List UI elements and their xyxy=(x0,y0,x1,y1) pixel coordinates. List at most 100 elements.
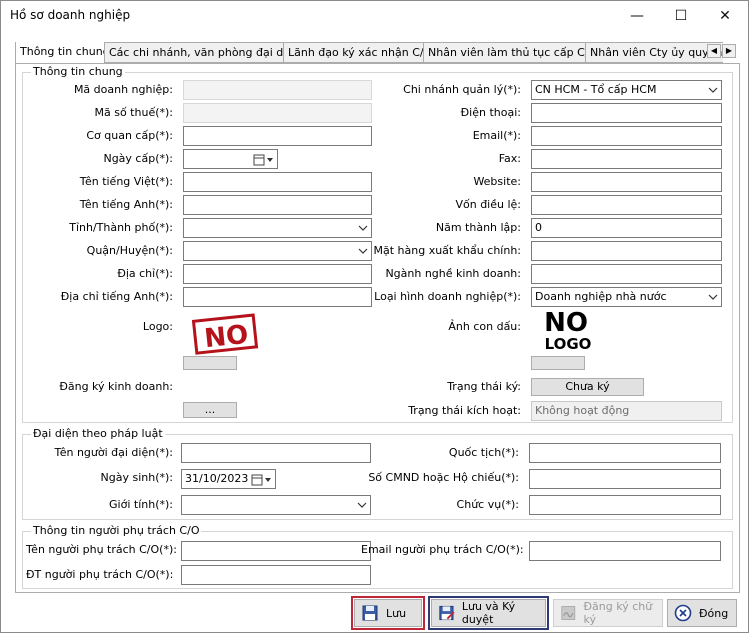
co-contact-email-label: Email người phụ trách C/O(*): xyxy=(361,543,524,556)
calendar-icon[interactable] xyxy=(252,153,276,167)
founding-year-field[interactable]: 0 xyxy=(531,218,722,238)
issue-date-picker[interactable] xyxy=(183,149,278,169)
nationality-label: Quốc tịch(*): xyxy=(448,446,519,459)
save-button-label: Lưu xyxy=(386,606,407,620)
co-contact-group-label: Thông tin người phụ trách C/O xyxy=(31,524,202,537)
tab-scroll-left-icon[interactable]: ◀ xyxy=(707,44,721,58)
english-name-label: Tên tiếng Anh(*): xyxy=(79,198,173,211)
address-field[interactable] xyxy=(183,264,372,284)
website-label: Website: xyxy=(473,175,521,188)
birth-date-value: 31/10/2023 xyxy=(185,472,249,485)
branch-label: Chi nhánh quản lý(*): xyxy=(403,83,521,96)
district-select[interactable] xyxy=(183,241,372,261)
tab-panel-general: Thông tin chung Mã doanh nghiệp: Mã số t… xyxy=(15,63,740,593)
save-and-sign-button[interactable]: Lưu và Ký duyệt xyxy=(428,596,549,630)
position-label: Chức vụ(*): xyxy=(456,498,519,511)
vietnamese-name-field[interactable] xyxy=(183,172,372,192)
birth-date-picker[interactable]: 31/10/2023 xyxy=(181,469,276,489)
business-profile-window: Hồ sơ doanh nghiệp — ☐ ✕ Thông tin chung… xyxy=(0,0,749,633)
floppy-disk-icon xyxy=(362,605,378,621)
logo-upload-button[interactable] xyxy=(183,356,237,370)
province-label: Tỉnh/Thành phố(*): xyxy=(69,221,173,234)
branch-select-value: CN HCM - Tổ cấp HCM xyxy=(535,83,657,96)
register-signature-button[interactable]: Đăng ký chữ ký xyxy=(553,599,663,627)
fax-field[interactable] xyxy=(531,149,722,169)
id-passport-label: Số CMND hoặc Hộ chiếu(*): xyxy=(368,471,519,484)
sign-status-button[interactable]: Chưa ký xyxy=(531,378,644,396)
branch-select[interactable]: CN HCM - Tổ cấp HCM xyxy=(531,80,722,100)
main-export-label: Mặt hàng xuất khẩu chính: xyxy=(373,244,521,257)
issuing-authority-field[interactable] xyxy=(183,126,372,146)
maximize-button[interactable]: ☐ xyxy=(659,1,703,31)
tax-code-field[interactable] xyxy=(183,103,372,123)
save-and-sign-button-label: Lưu và Ký duyệt xyxy=(461,600,516,626)
issuing-authority-label: Cơ quan cấp(*): xyxy=(86,129,173,142)
close-form-button[interactable]: Đóng xyxy=(667,599,737,627)
company-code-label: Mã doanh nghiệp: xyxy=(73,83,173,96)
co-contact-phone-field[interactable] xyxy=(181,565,371,585)
nationality-field[interactable] xyxy=(529,443,721,463)
position-field[interactable] xyxy=(529,495,721,515)
tab-co-staff[interactable]: Nhân viên làm thủ tục cấp C/O xyxy=(423,42,603,63)
activation-status-field: Không hoạt động xyxy=(531,401,722,421)
charter-capital-label: Vốn điều lệ: xyxy=(455,198,521,211)
stamp-text-line2: LOGO xyxy=(545,335,592,353)
company-stamp-image: NO LOGO xyxy=(544,308,592,353)
gender-label: Giới tính(*): xyxy=(109,498,173,511)
email-label: Email(*): xyxy=(472,129,521,142)
signature-icon xyxy=(561,606,576,620)
co-contact-name-field[interactable] xyxy=(181,541,371,561)
issue-date-label: Ngày cấp(*): xyxy=(103,152,173,165)
tab-scroll-right-icon[interactable]: ▶ xyxy=(722,44,736,58)
company-code-field xyxy=(183,80,372,100)
charter-capital-field[interactable] xyxy=(531,195,722,215)
register-signature-button-label: Đăng ký chữ ký xyxy=(583,600,653,626)
address-label: Địa chỉ(*): xyxy=(117,267,173,280)
window-title: Hồ sơ doanh nghiệp xyxy=(10,8,131,22)
founding-year-label: Năm thành lập: xyxy=(435,221,521,234)
company-stamp-label: Ảnh con dấu: xyxy=(448,320,521,333)
district-label: Quận/Huyện(*): xyxy=(86,244,173,257)
floppy-disk-sign-icon xyxy=(439,605,455,621)
co-contact-name-label: Tên người phụ trách C/O(*): xyxy=(26,543,177,556)
email-field[interactable] xyxy=(531,126,722,146)
close-circle-icon xyxy=(674,604,692,622)
tab-co-signers[interactable]: Lãnh đạo ký xác nhận C/O xyxy=(283,42,438,63)
close-form-button-label: Đóng xyxy=(699,606,729,620)
english-address-field[interactable] xyxy=(183,287,372,307)
vietnamese-name-label: Tên tiếng Việt(*): xyxy=(79,175,173,188)
tab-branches[interactable]: Các chi nhánh, văn phòng đại diện xyxy=(104,42,306,63)
general-info-group-label: Thông tin chung xyxy=(31,65,125,78)
minimize-button[interactable]: — xyxy=(615,1,659,31)
business-registration-browse-button[interactable]: ... xyxy=(183,402,237,418)
gender-select[interactable] xyxy=(181,495,371,515)
website-field[interactable] xyxy=(531,172,722,192)
chevron-down-icon xyxy=(708,294,718,300)
company-type-select[interactable]: Doanh nghiệp nhà nước xyxy=(531,287,722,307)
stamp-text-line1: NO xyxy=(544,308,588,338)
founding-year-value: 0 xyxy=(535,221,542,234)
close-button[interactable]: ✕ xyxy=(703,1,747,31)
logo-image: NO xyxy=(192,313,259,355)
calendar-icon[interactable] xyxy=(250,473,274,487)
co-contact-email-field[interactable] xyxy=(529,541,721,561)
id-passport-field[interactable] xyxy=(529,469,721,489)
province-select[interactable] xyxy=(183,218,372,238)
tab-general-info[interactable]: Thông tin chung xyxy=(15,42,115,63)
tab-authorized-staff[interactable]: Nhân viên Cty ủy quyền xyxy=(585,42,723,63)
title-bar[interactable]: Hồ sơ doanh nghiệp — ☐ ✕ xyxy=(1,1,748,31)
legal-representative-group-label: Đại diện theo pháp luật xyxy=(31,427,165,440)
business-sector-field[interactable] xyxy=(531,264,722,284)
english-address-label: Địa chỉ tiếng Anh(*): xyxy=(60,290,173,303)
save-button[interactable]: Lưu xyxy=(351,596,425,630)
main-export-field[interactable] xyxy=(531,241,722,261)
tab-strip: Thông tin chung Các chi nhánh, văn phòng… xyxy=(15,42,723,63)
logo-placeholder-text: NO xyxy=(203,320,250,354)
sign-status-label: Trạng thái ký: xyxy=(447,380,521,393)
english-name-field[interactable] xyxy=(183,195,372,215)
stamp-upload-button[interactable] xyxy=(531,356,585,370)
phone-field[interactable] xyxy=(531,103,722,123)
logo-label: Logo: xyxy=(142,320,173,333)
co-contact-phone-label: ĐT người phụ trách C/O(*): xyxy=(26,568,174,581)
representative-name-field[interactable] xyxy=(181,443,371,463)
